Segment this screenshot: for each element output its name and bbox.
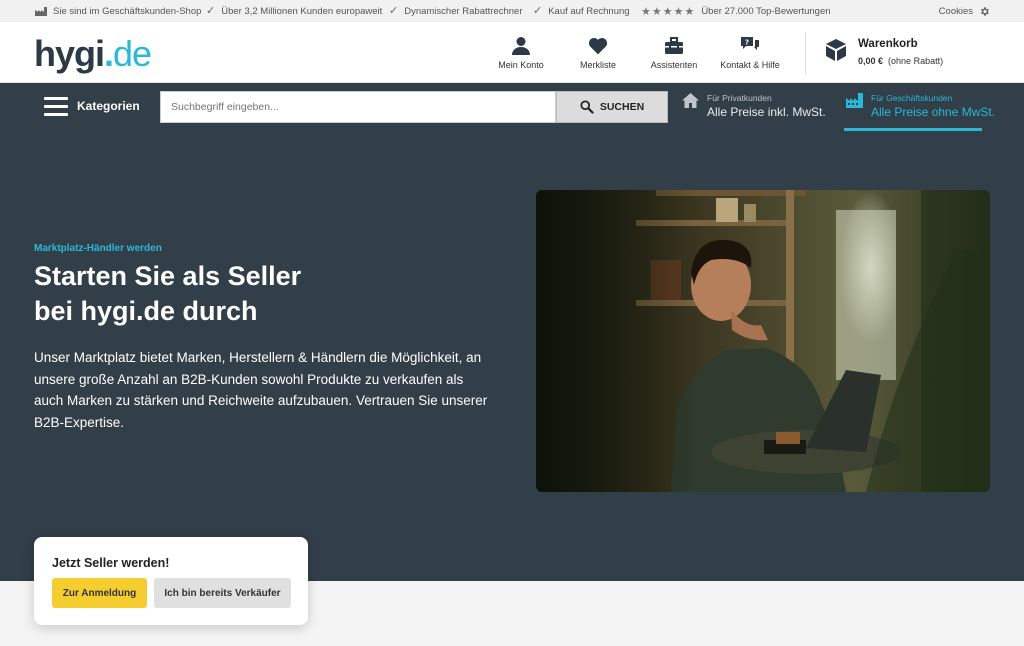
topbar-customers-text: Über 3,2 Millionen Kunden europaweit <box>221 5 383 17</box>
hero-kicker: Marktplatz-Händler werden <box>34 243 162 254</box>
logo-main: hygi <box>34 33 105 74</box>
seller-signup-card: Jetzt Seller werden! Zur Anmeldung Ich b… <box>34 537 308 625</box>
search-button[interactable]: SUCHEN <box>556 91 668 123</box>
check-icon: ✓ <box>533 4 543 17</box>
hygi-logo[interactable]: hygi.de <box>34 33 152 75</box>
hero-photo-man-at-laptop <box>536 190 990 492</box>
check-icon: ✓ <box>206 4 216 17</box>
cart-widget[interactable]: Warenkorb 0,00 € (ohne Rabatt) <box>824 38 943 66</box>
topbar-item-business: Sie sind im Geschäftskunden-Shop <box>35 0 201 22</box>
business-big-label: Alle Preise ohne MwSt. <box>871 105 996 119</box>
topbar-item-invoice: ✓ Kauf auf Rechnung <box>533 0 630 22</box>
topbar-reviews-text: Über 27.000 Top-Bewertungen <box>701 5 831 17</box>
nav-assistenten[interactable]: Assistenten <box>634 36 714 70</box>
search-icon <box>580 100 594 114</box>
search-button-label: SUCHEN <box>599 101 645 113</box>
private-small-label: Für Privatkunden <box>707 93 772 103</box>
box-icon <box>826 39 846 61</box>
hero-lead-text: Unser Marktplatz bietet Marken, Herstell… <box>34 350 488 430</box>
chat-icon: ? <box>741 37 759 50</box>
cart-price: 0,00 € <box>858 56 884 66</box>
svg-text:?: ? <box>745 39 749 47</box>
hero-headline-line-2: bei hygi.de durch <box>34 296 258 326</box>
nav-kontakt-hilfe-label: Kontakt & Hilfe <box>720 60 780 70</box>
category-search-bar: Kategorien SUCHEN Für Privatkunden Alle … <box>0 83 1024 133</box>
topbar-item-customers: ✓ Über 3,2 Millionen Kunden europaweit <box>206 0 382 22</box>
register-button[interactable]: Zur Anmeldung <box>52 578 147 608</box>
house-icon <box>682 93 699 108</box>
nav-merkliste[interactable]: Merkliste <box>558 36 638 70</box>
topbar-discount-text: Dynamischer Rabattrechner <box>404 5 523 17</box>
hero-section: Marktplatz-Händler werden Starten Sie al… <box>0 133 1024 581</box>
business-small-label: Für Geschäftskunden <box>871 93 953 103</box>
cart-subtotal: 0,00 € (ohne Rabatt) <box>858 56 943 66</box>
cart-title: Warenkorb <box>858 38 918 50</box>
topbar-item-discount: ✓ Dynamischer Rabattrechner <box>389 0 523 22</box>
header-divider <box>805 32 806 74</box>
private-big-label: Alle Preise inkl. MwSt. <box>707 105 826 119</box>
cart-note: (ohne Rabatt) <box>888 56 944 66</box>
hero-headline-line-1: Starten Sie als Seller <box>34 261 302 291</box>
cookies-link[interactable]: Cookies <box>939 0 990 22</box>
nav-merkliste-label: Merkliste <box>579 60 616 70</box>
active-tab-indicator <box>844 128 982 131</box>
hamburger-icon[interactable] <box>44 97 68 117</box>
stars-icon: ★★★★★ <box>641 5 696 18</box>
nav-mein-konto[interactable]: Mein Konto <box>481 36 561 70</box>
categories-button[interactable]: Kategorien <box>77 99 140 113</box>
private-customer-toggle[interactable]: Für Privatkunden Alle Preise inkl. MwSt. <box>682 93 826 119</box>
nav-mein-konto-label: Mein Konto <box>498 60 544 70</box>
factory-icon <box>35 6 47 16</box>
hero-headline: Starten Sie als Seller bei hygi.de durch <box>34 259 474 329</box>
top-info-bar: Sie sind im Geschäftskunden-Shop ✓ Über … <box>0 0 1024 22</box>
logo-dot: . <box>104 33 114 74</box>
existing-seller-button[interactable]: Ich bin bereits Verkäufer <box>154 578 291 608</box>
logo-tld: de <box>113 33 152 74</box>
business-customer-toggle[interactable]: Für Geschäftskunden Alle Preise ohne MwS… <box>846 93 995 119</box>
seller-card-title: Jetzt Seller werden! <box>52 556 170 570</box>
topbar-invoice-text: Kauf auf Rechnung <box>548 5 630 17</box>
cookies-label: Cookies <box>938 5 973 17</box>
check-icon: ✓ <box>389 4 399 17</box>
gear-icon <box>981 6 989 16</box>
topbar-business-text: Sie sind im Geschäftskunden-Shop <box>53 5 202 17</box>
main-header: hygi.de Mein Konto Merkliste Assistenten… <box>0 22 1024 83</box>
toolbox-icon <box>665 37 683 54</box>
nav-kontakt-hilfe[interactable]: ? Kontakt & Hilfe <box>710 36 790 70</box>
search-input[interactable] <box>160 91 556 123</box>
heart-icon <box>588 37 608 55</box>
user-icon <box>512 37 530 55</box>
factory-icon <box>846 93 863 108</box>
nav-assistenten-label: Assistenten <box>650 60 698 70</box>
topbar-item-reviews[interactable]: ★★★★★ Über 27.000 Top-Bewertungen <box>641 0 831 22</box>
